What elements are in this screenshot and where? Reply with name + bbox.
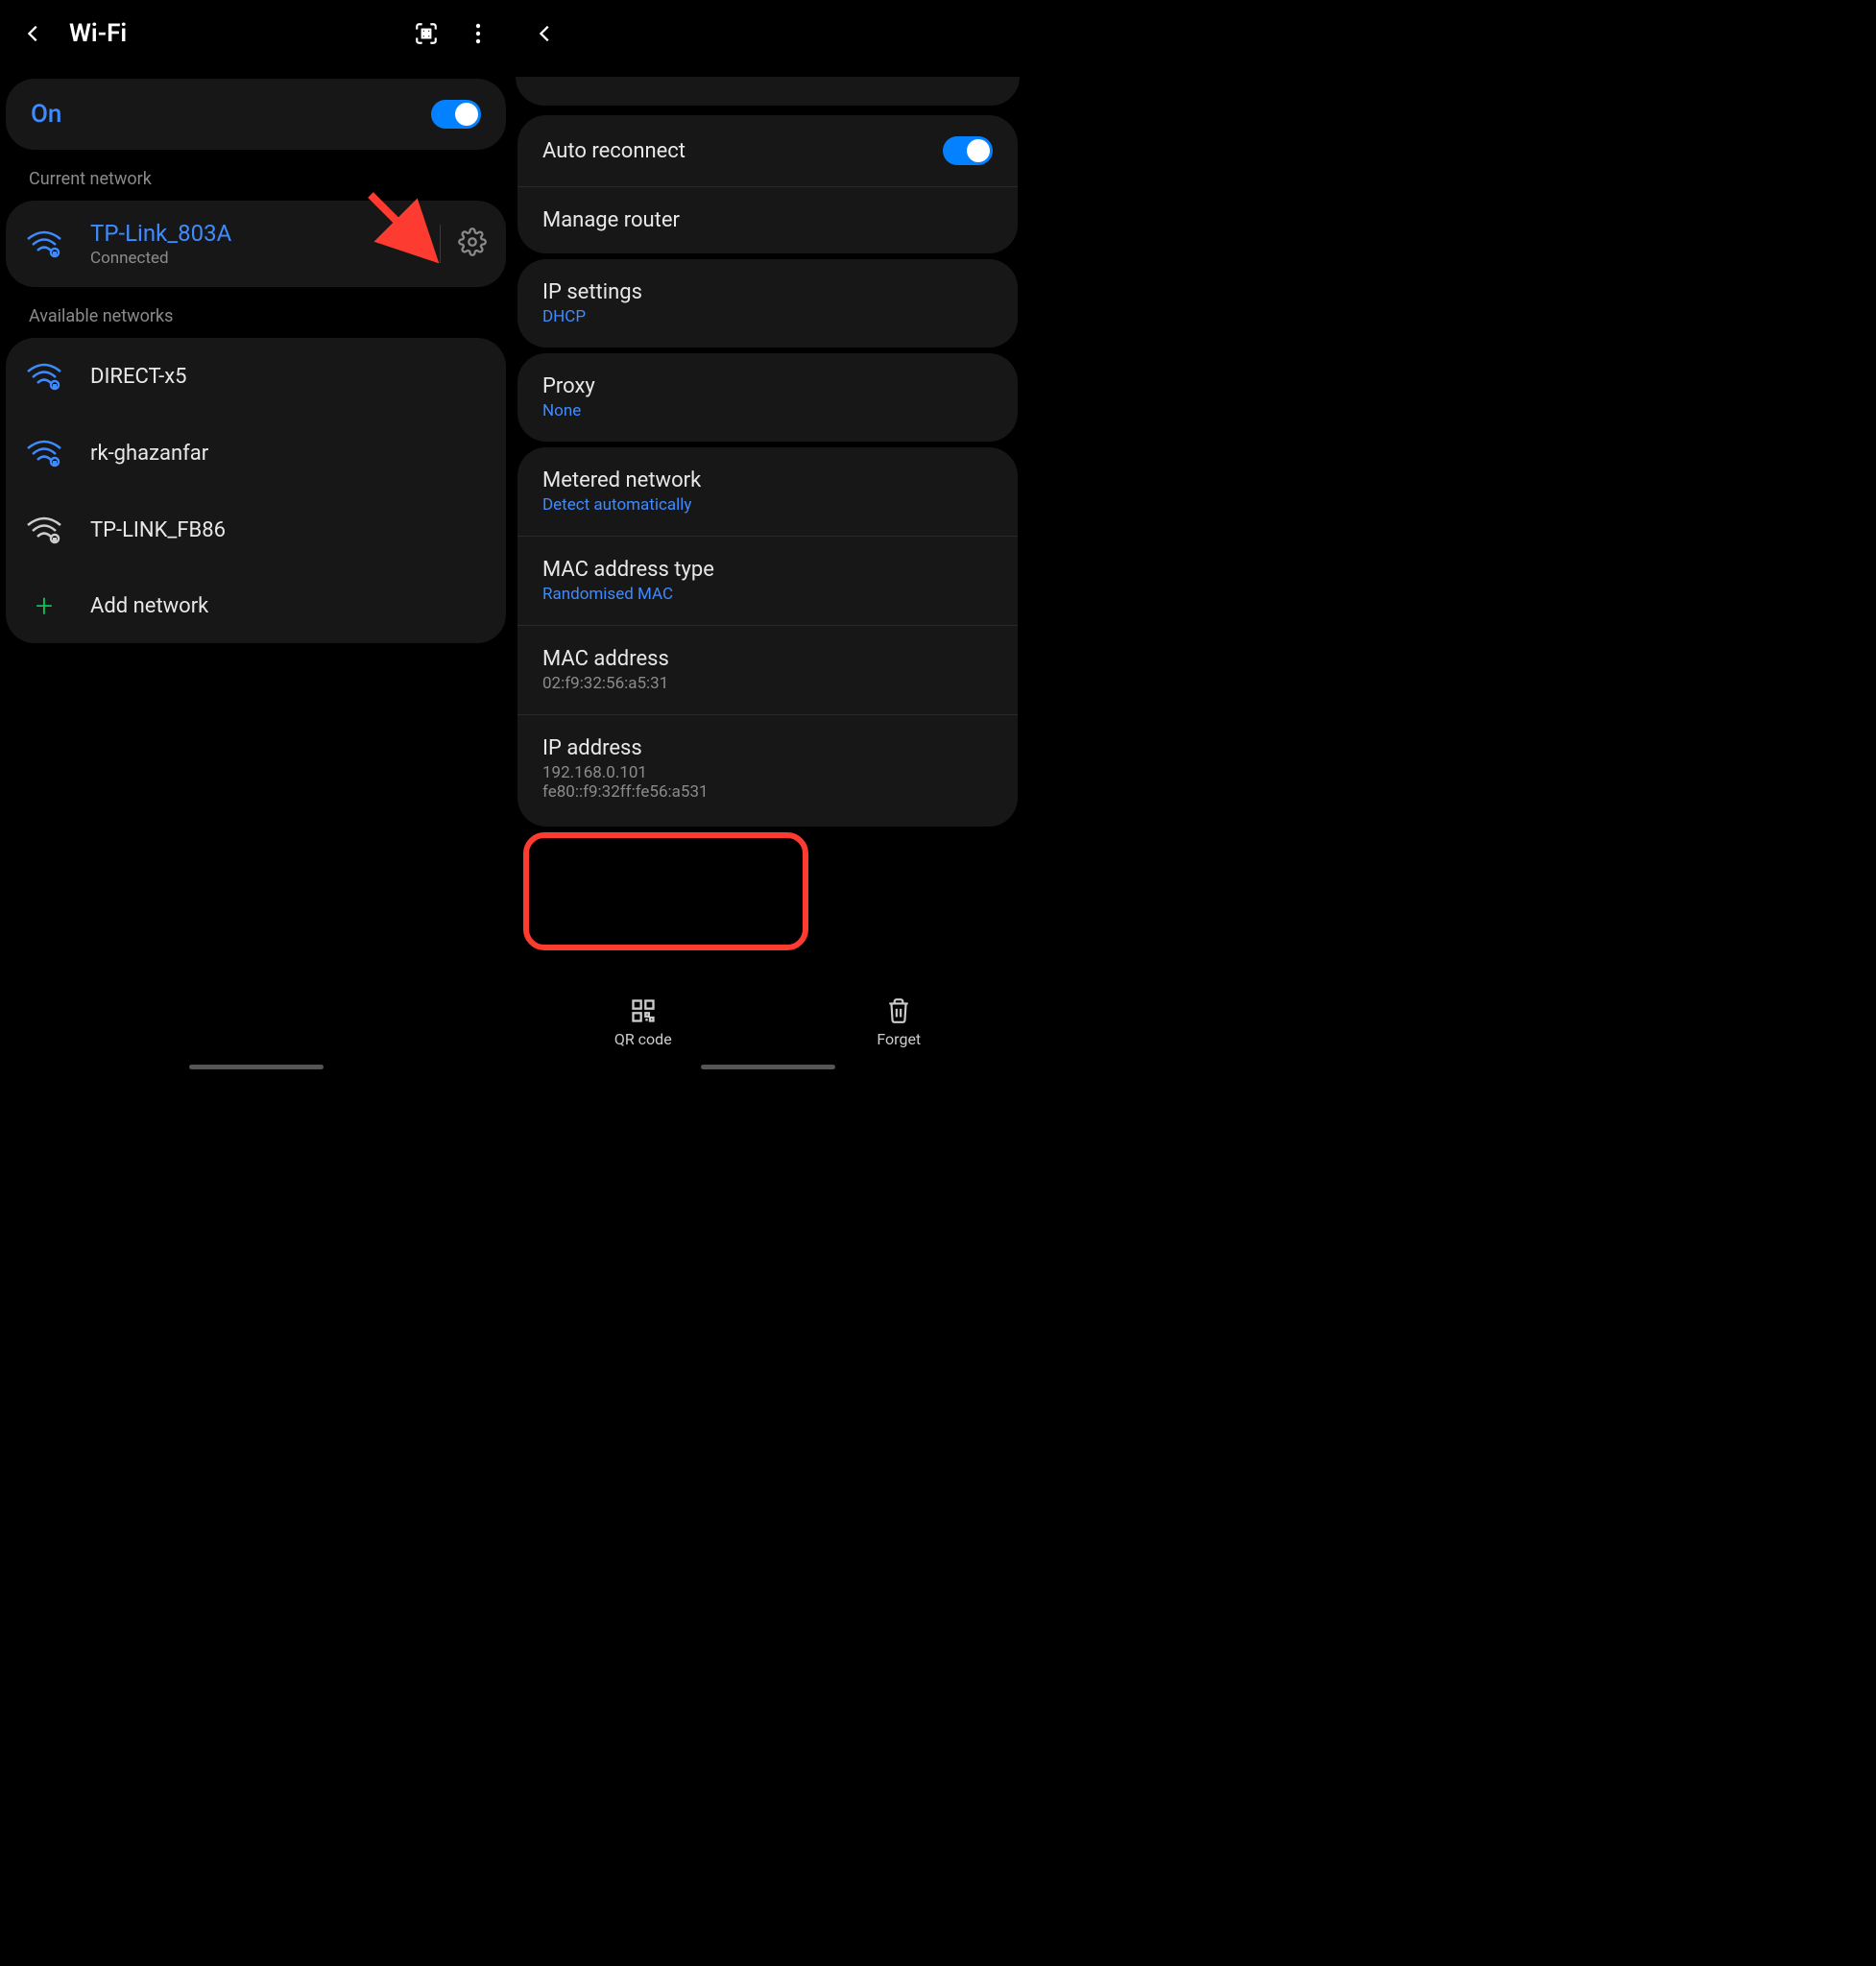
ip-settings-value: DHCP (542, 307, 993, 326)
auto-reconnect-label: Auto reconnect (542, 139, 943, 163)
gesture-bar (189, 1065, 324, 1069)
forget-label: Forget (877, 1030, 921, 1048)
proxy-label: Proxy (542, 374, 993, 398)
ip-settings-label: IP settings (542, 280, 993, 304)
available-network-row[interactable]: TP-LINK_FB86 (6, 492, 506, 568)
mac-address-value: 02:f9:32:56:a5:31 (542, 674, 993, 693)
ip-address-row: IP address 192.168.0.101 fe80::f9:32ff:f… (517, 714, 1018, 827)
forget-button[interactable]: Forget (877, 997, 921, 1048)
mac-type-label: MAC address type (542, 558, 993, 582)
mac-address-row: MAC address 02:f9:32:56:a5:31 (517, 625, 1018, 714)
current-network-label: Current network (4, 156, 508, 195)
back-icon[interactable] (17, 17, 50, 50)
ip-address-v4: 192.168.0.101 (542, 763, 993, 782)
wifi-toggle-label: On (31, 100, 431, 129)
network-name: rk-ghazanfar (90, 442, 487, 466)
proxy-value: None (542, 401, 993, 420)
wifi-toggle-switch[interactable] (431, 100, 481, 129)
wifi-secure-icon (25, 225, 63, 263)
qr-code-button[interactable]: QR code (614, 997, 672, 1048)
back-icon[interactable] (529, 17, 562, 50)
wifi-secure-icon (25, 511, 63, 549)
ip-address-v6: fe80::f9:32ff:fe56:a531 (542, 782, 993, 802)
more-icon[interactable] (462, 17, 494, 50)
available-network-row[interactable]: DIRECT-x5 (6, 338, 506, 415)
ip-settings-row[interactable]: IP settings DHCP (517, 259, 1018, 348)
current-network-row[interactable]: TP-Link_803A Connected (6, 201, 506, 287)
trash-icon (886, 997, 911, 1024)
proxy-row[interactable]: Proxy None (517, 353, 1018, 442)
wifi-secure-icon (25, 434, 63, 472)
ip-address-label: IP address (542, 736, 993, 760)
manage-router-row[interactable]: Manage router (517, 186, 1018, 253)
mac-type-value: Randomised MAC (542, 585, 993, 604)
network-settings-gear-icon[interactable] (458, 228, 487, 260)
qr-scan-icon[interactable] (410, 17, 443, 50)
qr-code-icon (630, 997, 657, 1024)
wifi-settings-screen: Wi-Fi On Current network (0, 0, 512, 1075)
wifi-toggle-row[interactable]: On (6, 79, 506, 150)
current-network-name: TP-Link_803A (90, 220, 413, 247)
add-network-row[interactable]: + Add network (6, 568, 506, 643)
wifi-secure-icon (25, 357, 63, 396)
metered-label: Metered network (542, 468, 993, 492)
qr-code-label: QR code (614, 1030, 672, 1048)
network-name: TP-LINK_FB86 (90, 518, 487, 542)
metered-value: Detect automatically (542, 495, 993, 515)
current-network-status: Connected (90, 249, 413, 268)
page-title: Wi-Fi (69, 19, 391, 48)
mac-type-row[interactable]: MAC address type Randomised MAC (517, 536, 1018, 625)
auto-reconnect-toggle[interactable] (943, 136, 993, 165)
available-network-row[interactable]: rk-ghazanfar (6, 415, 506, 492)
metered-network-row[interactable]: Metered network Detect automatically (517, 447, 1018, 536)
gesture-bar (701, 1065, 835, 1069)
network-details-screen: Auto reconnect Manage router IP settings… (512, 0, 1023, 1075)
add-network-label: Add network (90, 594, 487, 618)
network-name: DIRECT-x5 (90, 365, 487, 389)
manage-router-label: Manage router (542, 208, 993, 232)
auto-reconnect-row[interactable]: Auto reconnect (517, 115, 1018, 186)
mac-address-label: MAC address (542, 647, 993, 671)
available-networks-label: Available networks (4, 293, 508, 332)
plus-icon: + (25, 587, 63, 624)
partial-card (516, 77, 1020, 106)
